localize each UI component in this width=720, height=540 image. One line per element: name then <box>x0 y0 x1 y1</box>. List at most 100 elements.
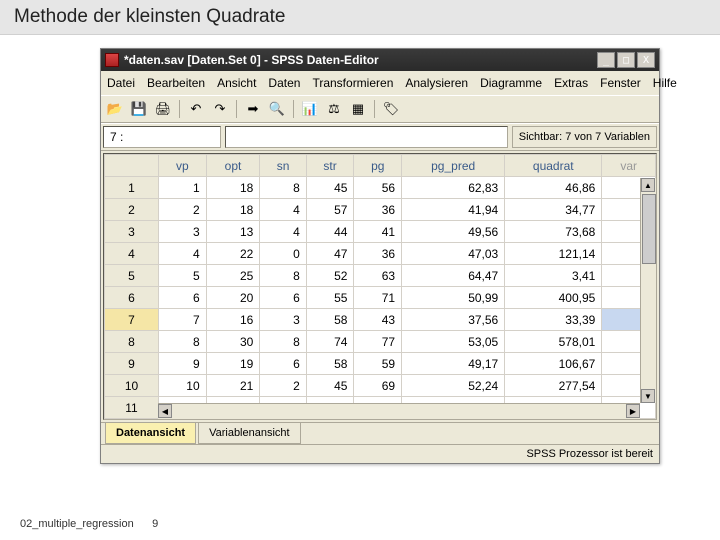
cell[interactable]: 3,41 <box>505 265 602 287</box>
cell[interactable]: 21 <box>206 375 260 397</box>
cell[interactable]: 77 <box>354 331 402 353</box>
cell[interactable]: 55 <box>306 287 354 309</box>
weight-icon[interactable]: ⚖ <box>324 99 344 119</box>
open-icon[interactable]: 📂 <box>105 99 125 119</box>
scroll-up-icon[interactable]: ▲ <box>641 178 655 192</box>
cell[interactable]: 58 <box>306 353 354 375</box>
cell[interactable]: 0 <box>260 243 306 265</box>
menu-transformieren[interactable]: Transformieren <box>306 73 399 93</box>
chart-icon[interactable]: 📊 <box>300 99 320 119</box>
cell[interactable]: 25 <box>206 265 260 287</box>
cell[interactable]: 8 <box>159 331 207 353</box>
cell[interactable]: 121,14 <box>505 243 602 265</box>
data-grid[interactable]: vpoptsnstrpgpg_predquadratvar11188455662… <box>104 154 656 419</box>
save-icon[interactable]: 💾 <box>129 99 149 119</box>
scroll-left-icon[interactable]: ◀ <box>158 404 172 418</box>
cell[interactable]: 7 <box>159 309 207 331</box>
cell[interactable]: 53,05 <box>402 331 505 353</box>
cell[interactable]: 19 <box>206 353 260 375</box>
cell[interactable]: 20 <box>206 287 260 309</box>
col-header-str[interactable]: str <box>306 155 354 177</box>
goto-icon[interactable]: ➡ <box>243 99 263 119</box>
vars-icon[interactable]: 🏷 <box>381 99 401 119</box>
row-header[interactable]: 6 <box>105 287 159 309</box>
cell[interactable]: 5 <box>159 265 207 287</box>
redo-icon[interactable]: ↷ <box>210 99 230 119</box>
cell[interactable]: 13 <box>206 221 260 243</box>
row-header[interactable]: 5 <box>105 265 159 287</box>
scroll-down-icon[interactable]: ▼ <box>641 389 655 403</box>
window-titlebar[interactable]: *daten.sav [Daten.Set 0] - SPSS Daten-Ed… <box>101 49 659 71</box>
cell[interactable]: 45 <box>306 375 354 397</box>
menu-ansicht[interactable]: Ansicht <box>211 73 262 93</box>
tab-datenansicht[interactable]: Datenansicht <box>105 423 196 444</box>
cell[interactable]: 43 <box>354 309 402 331</box>
cell[interactable]: 6 <box>260 353 306 375</box>
cell[interactable]: 57 <box>306 199 354 221</box>
row-header[interactable]: 4 <box>105 243 159 265</box>
cell[interactable]: 36 <box>354 243 402 265</box>
find-icon[interactable]: 🔍 <box>267 99 287 119</box>
cell[interactable]: 3 <box>260 309 306 331</box>
row-header[interactable]: 7 <box>105 309 159 331</box>
row-header[interactable]: 10 <box>105 375 159 397</box>
col-header-quadrat[interactable]: quadrat <box>505 155 602 177</box>
cell[interactable]: 8 <box>260 331 306 353</box>
cell[interactable]: 22 <box>206 243 260 265</box>
scroll-right-icon[interactable]: ▶ <box>626 404 640 418</box>
print-icon[interactable]: 🖨 <box>153 99 173 119</box>
col-header-sn[interactable]: sn <box>260 155 306 177</box>
cell[interactable]: 18 <box>206 177 260 199</box>
scroll-thumb[interactable] <box>642 194 656 264</box>
cell[interactable]: 277,54 <box>505 375 602 397</box>
cell[interactable]: 9 <box>159 353 207 375</box>
cell[interactable]: 4 <box>260 199 306 221</box>
row-header[interactable]: 9 <box>105 353 159 375</box>
cell[interactable]: 106,67 <box>505 353 602 375</box>
row-header[interactable]: 8 <box>105 331 159 353</box>
row-header[interactable]: 1 <box>105 177 159 199</box>
maximize-button[interactable]: □ <box>617 52 635 68</box>
cell[interactable]: 59 <box>354 353 402 375</box>
cell[interactable]: 56 <box>354 177 402 199</box>
cell[interactable]: 69 <box>354 375 402 397</box>
col-header-vp[interactable]: vp <box>159 155 207 177</box>
col-header-var[interactable]: var <box>602 155 656 177</box>
cell[interactable]: 45 <box>306 177 354 199</box>
close-button[interactable]: X <box>637 52 655 68</box>
cell[interactable]: 58 <box>306 309 354 331</box>
cell[interactable]: 47,03 <box>402 243 505 265</box>
menu-extras[interactable]: Extras <box>548 73 594 93</box>
cell[interactable]: 62,83 <box>402 177 505 199</box>
row-header[interactable]: 3 <box>105 221 159 243</box>
menu-bearbeiten[interactable]: Bearbeiten <box>141 73 211 93</box>
cell[interactable]: 2 <box>260 375 306 397</box>
menu-analysieren[interactable]: Analysieren <box>399 73 474 93</box>
cell[interactable]: 37,56 <box>402 309 505 331</box>
menu-hilfe[interactable]: Hilfe <box>647 73 683 93</box>
cell[interactable]: 36 <box>354 199 402 221</box>
scrollbar-vertical[interactable]: ▲ ▼ <box>640 178 656 403</box>
cell[interactable]: 52 <box>306 265 354 287</box>
col-header-pg_pred[interactable]: pg_pred <box>402 155 505 177</box>
cell[interactable]: 41,94 <box>402 199 505 221</box>
cell[interactable]: 16 <box>206 309 260 331</box>
cell[interactable]: 2 <box>159 199 207 221</box>
cell[interactable]: 41 <box>354 221 402 243</box>
cell[interactable]: 18 <box>206 199 260 221</box>
cell[interactable]: 8 <box>260 177 306 199</box>
cell[interactable]: 4 <box>159 243 207 265</box>
cell[interactable]: 49,56 <box>402 221 505 243</box>
cell[interactable]: 50,99 <box>402 287 505 309</box>
col-header-opt[interactable]: opt <box>206 155 260 177</box>
cell[interactable]: 46,86 <box>505 177 602 199</box>
active-cell-value[interactable] <box>225 126 508 148</box>
menu-daten[interactable]: Daten <box>262 73 306 93</box>
cell[interactable]: 30 <box>206 331 260 353</box>
cell[interactable]: 3 <box>159 221 207 243</box>
cell[interactable]: 44 <box>306 221 354 243</box>
cell[interactable]: 63 <box>354 265 402 287</box>
cell[interactable]: 73,68 <box>505 221 602 243</box>
cell[interactable]: 6 <box>159 287 207 309</box>
cell[interactable]: 6 <box>260 287 306 309</box>
